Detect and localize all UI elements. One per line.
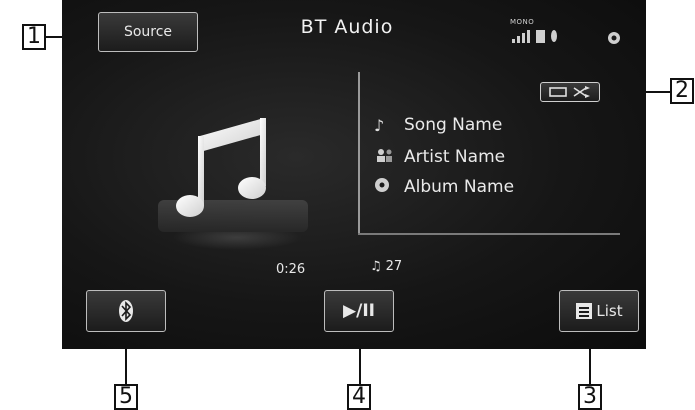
music-note-count-icon: ♫ [370,259,382,274]
bluetooth-icon [119,300,133,322]
callout-5: 5 [114,384,138,410]
gear-icon[interactable] [606,30,622,46]
song-name-row: ♪ Song Name [374,112,502,138]
artist-name: Artist Name [404,147,506,167]
repeat-icon [549,87,567,97]
info-bottom-divider [358,233,620,235]
elapsed-time: 0:26 [276,262,306,277]
list-label: List [596,302,623,320]
play-pause-button[interactable]: ▶/II [324,290,394,332]
music-note-art-icon [176,118,266,217]
track-number: 27 [385,259,403,274]
figure: 1 2 3 4 5 Source BT Audio MONO ♪ Song Na… [0,0,695,410]
repeat-shuffle-button[interactable] [540,82,600,102]
album-name: Album Name [404,177,515,197]
head-unit-screen: Source BT Audio MONO ♪ Song Name Artist … [62,0,646,349]
source-button[interactable]: Source [98,12,198,52]
callout-1: 1 [22,24,46,50]
shuffle-icon [573,86,590,98]
music-note-icon: ♪ [374,115,385,135]
list-button[interactable]: List [559,290,639,332]
artist-icon [374,147,404,167]
list-icon [576,303,593,319]
screen-title: BT Audio [300,16,394,38]
bluetooth-button[interactable] [86,290,166,332]
bluetooth-status-icon [551,30,557,42]
album-icon [374,176,404,198]
status-bar: MONO [510,18,640,48]
album-name-row: Album Name [374,174,514,200]
battery-icon [536,30,545,43]
callout-4: 4 [347,384,371,410]
artist-name-row: Artist Name [374,144,505,170]
status-label: MONO [510,18,535,26]
track-counter: ♫ 27 [370,259,402,274]
info-divider [358,72,360,234]
callout-2: 2 [670,78,694,104]
callout-3: 3 [578,384,602,410]
song-name: Song Name [404,115,503,135]
